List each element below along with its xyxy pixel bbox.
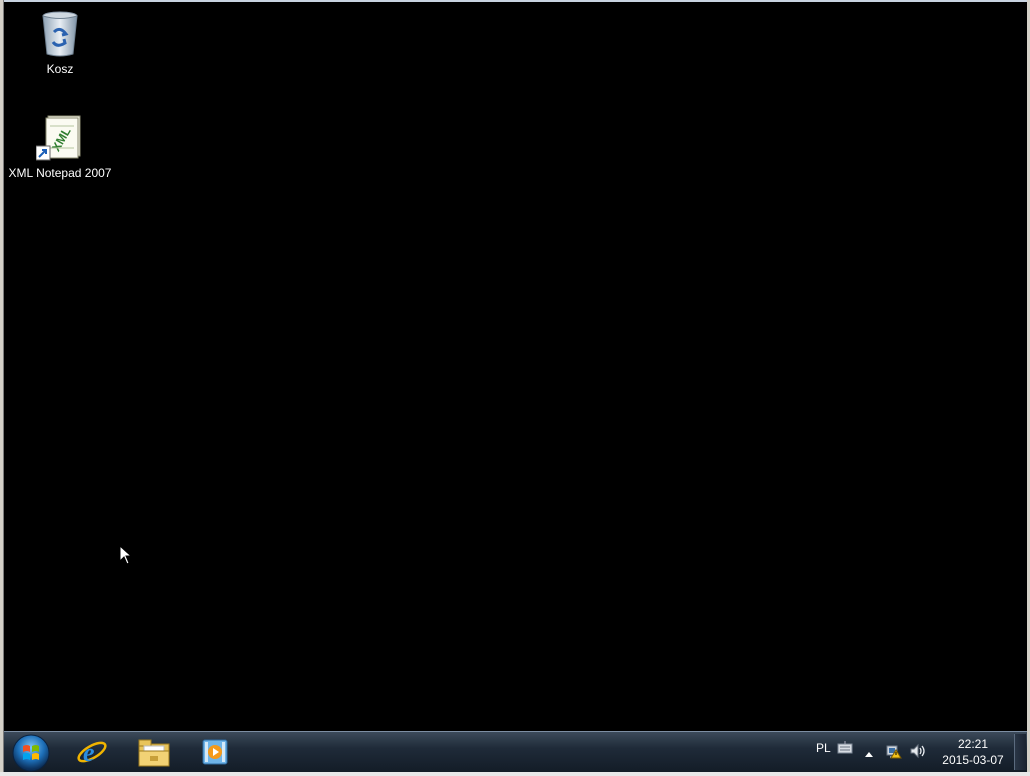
tray-expand-icon[interactable] <box>864 745 874 763</box>
taskbar-media-player[interactable] <box>187 733 243 771</box>
window-bottom-border <box>0 772 1030 776</box>
desktop-icon-xml-notepad[interactable]: XML XML Notepad 2007 <box>5 114 115 180</box>
screen: Kosz XML XML Notepad 2007 e PL 22:21 201… <box>0 0 1030 776</box>
start-button[interactable] <box>11 734 51 772</box>
desktop[interactable]: Kosz XML XML Notepad 2007 <box>4 2 1027 731</box>
taskbar-windows-explorer[interactable] <box>126 733 182 771</box>
taskbar-internet-explorer[interactable]: e <box>64 733 120 771</box>
internet-explorer-icon: e <box>77 738 107 767</box>
windows-start-orb-icon <box>12 734 50 772</box>
desktop-icon-label: XML Notepad 2007 <box>8 166 112 180</box>
system-clock[interactable]: 22:21 2015-03-07 <box>938 736 1008 768</box>
desktop-icon-recycle-bin[interactable]: Kosz <box>5 10 115 76</box>
taskbar: e PL 22:21 2015-03-07 <box>4 731 1027 772</box>
clock-date: 2015-03-07 <box>942 753 1004 767</box>
media-player-icon <box>202 739 228 765</box>
desktop-icon-label: Kosz <box>46 62 74 76</box>
network-icon[interactable] <box>885 742 903 765</box>
recycle-bin-icon <box>42 11 78 57</box>
mouse-cursor-icon <box>119 545 133 565</box>
clock-time: 22:21 <box>957 737 989 751</box>
windows-explorer-icon <box>138 739 170 767</box>
keyboard-icon[interactable] <box>837 741 853 760</box>
svg-text:e: e <box>83 738 95 767</box>
xml-notepad-icon: XML <box>36 115 81 161</box>
volume-icon[interactable] <box>909 742 927 765</box>
language-indicator[interactable]: PL <box>816 741 831 755</box>
show-desktop-button[interactable] <box>1014 734 1026 770</box>
